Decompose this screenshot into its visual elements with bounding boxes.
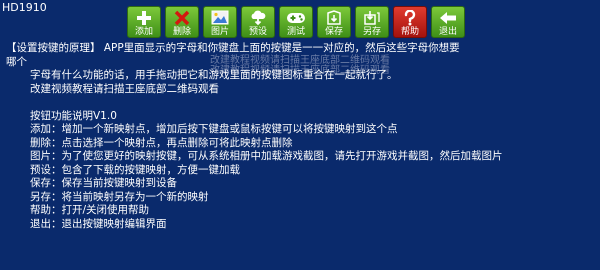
plus-icon <box>136 8 152 27</box>
help-item: 删除：点击选择一个映射点，再点删除可将此映射点删除 <box>30 136 293 149</box>
delete-button-label: 删除 <box>172 27 191 37</box>
help-item: 退出：退出按键映射编辑界面 <box>30 217 167 230</box>
section-title: 按钮功能说明V1.0 <box>30 109 117 122</box>
help-panel: 【设置按键的原理】 APP里面显示的字母和你键盘上面的按键是一一对应的，然后这些… <box>6 42 594 231</box>
help-item: 帮助：打开/关闭使用帮助 <box>30 204 150 216</box>
exit-button-label: 退出 <box>438 27 457 37</box>
download-cloud-icon <box>249 8 267 27</box>
save-button[interactable]: 保存 <box>317 6 351 38</box>
help-button-label: 帮助 <box>400 27 419 37</box>
test-button[interactable]: 测试 <box>279 6 313 38</box>
video-tutorial-text: 改建视频教程请扫描王座底部二维码观看 <box>30 82 219 95</box>
help-item: 预设：包含了下载的按键映射，方便一键加载 <box>30 163 240 176</box>
exit-button[interactable]: 退出 <box>431 6 465 38</box>
toolbar: 添加 删除 图片 预设 测试 保存 另存 帮助 退出 <box>127 6 465 38</box>
help-item: 保存：保存当前按键映射到设备 <box>30 177 177 189</box>
help-button[interactable]: 帮助 <box>393 6 427 38</box>
help-item: 添加：增加一个新映射点，增加后按下键盘或鼠标按键可以将按键映射到这个点 <box>30 123 398 135</box>
save-icon <box>325 8 343 27</box>
image-icon <box>211 8 229 27</box>
status-label: HD1910 <box>2 1 47 14</box>
principle-text: 字母有什么功能的话，用手拖动把它和游戏里面的按键图标重合在一起就行了。 <box>30 69 398 81</box>
image-button[interactable]: 图片 <box>203 6 237 38</box>
image-button-label: 图片 <box>210 27 229 37</box>
help-item: 图片：为了使您更好的映射按键，可从系统相册中加载游戏截图，请先打开游戏并截图，然… <box>30 150 503 162</box>
save-as-icon <box>363 8 381 27</box>
delete-button[interactable]: 删除 <box>165 6 199 38</box>
back-arrow-icon <box>439 8 457 27</box>
help-icon <box>403 8 417 27</box>
save-as-button-label: 另存 <box>362 27 381 37</box>
add-button[interactable]: 添加 <box>127 6 161 38</box>
principle-text: 【设置按键的原理】 APP里面显示的字母和你键盘上面的按键是一一对应的，然后这些… <box>6 42 460 54</box>
principle-text: 哪个 <box>6 55 27 68</box>
preset-button[interactable]: 预设 <box>241 6 275 38</box>
add-button-label: 添加 <box>134 27 153 37</box>
close-icon <box>174 8 190 27</box>
help-item: 另存：将当前映射另存为一个新的映射 <box>30 190 209 203</box>
save-button-label: 保存 <box>324 27 343 37</box>
save-as-button[interactable]: 另存 <box>355 6 389 38</box>
preset-button-label: 预设 <box>248 27 267 37</box>
test-button-label: 测试 <box>286 27 305 37</box>
gamepad-icon <box>286 8 306 27</box>
